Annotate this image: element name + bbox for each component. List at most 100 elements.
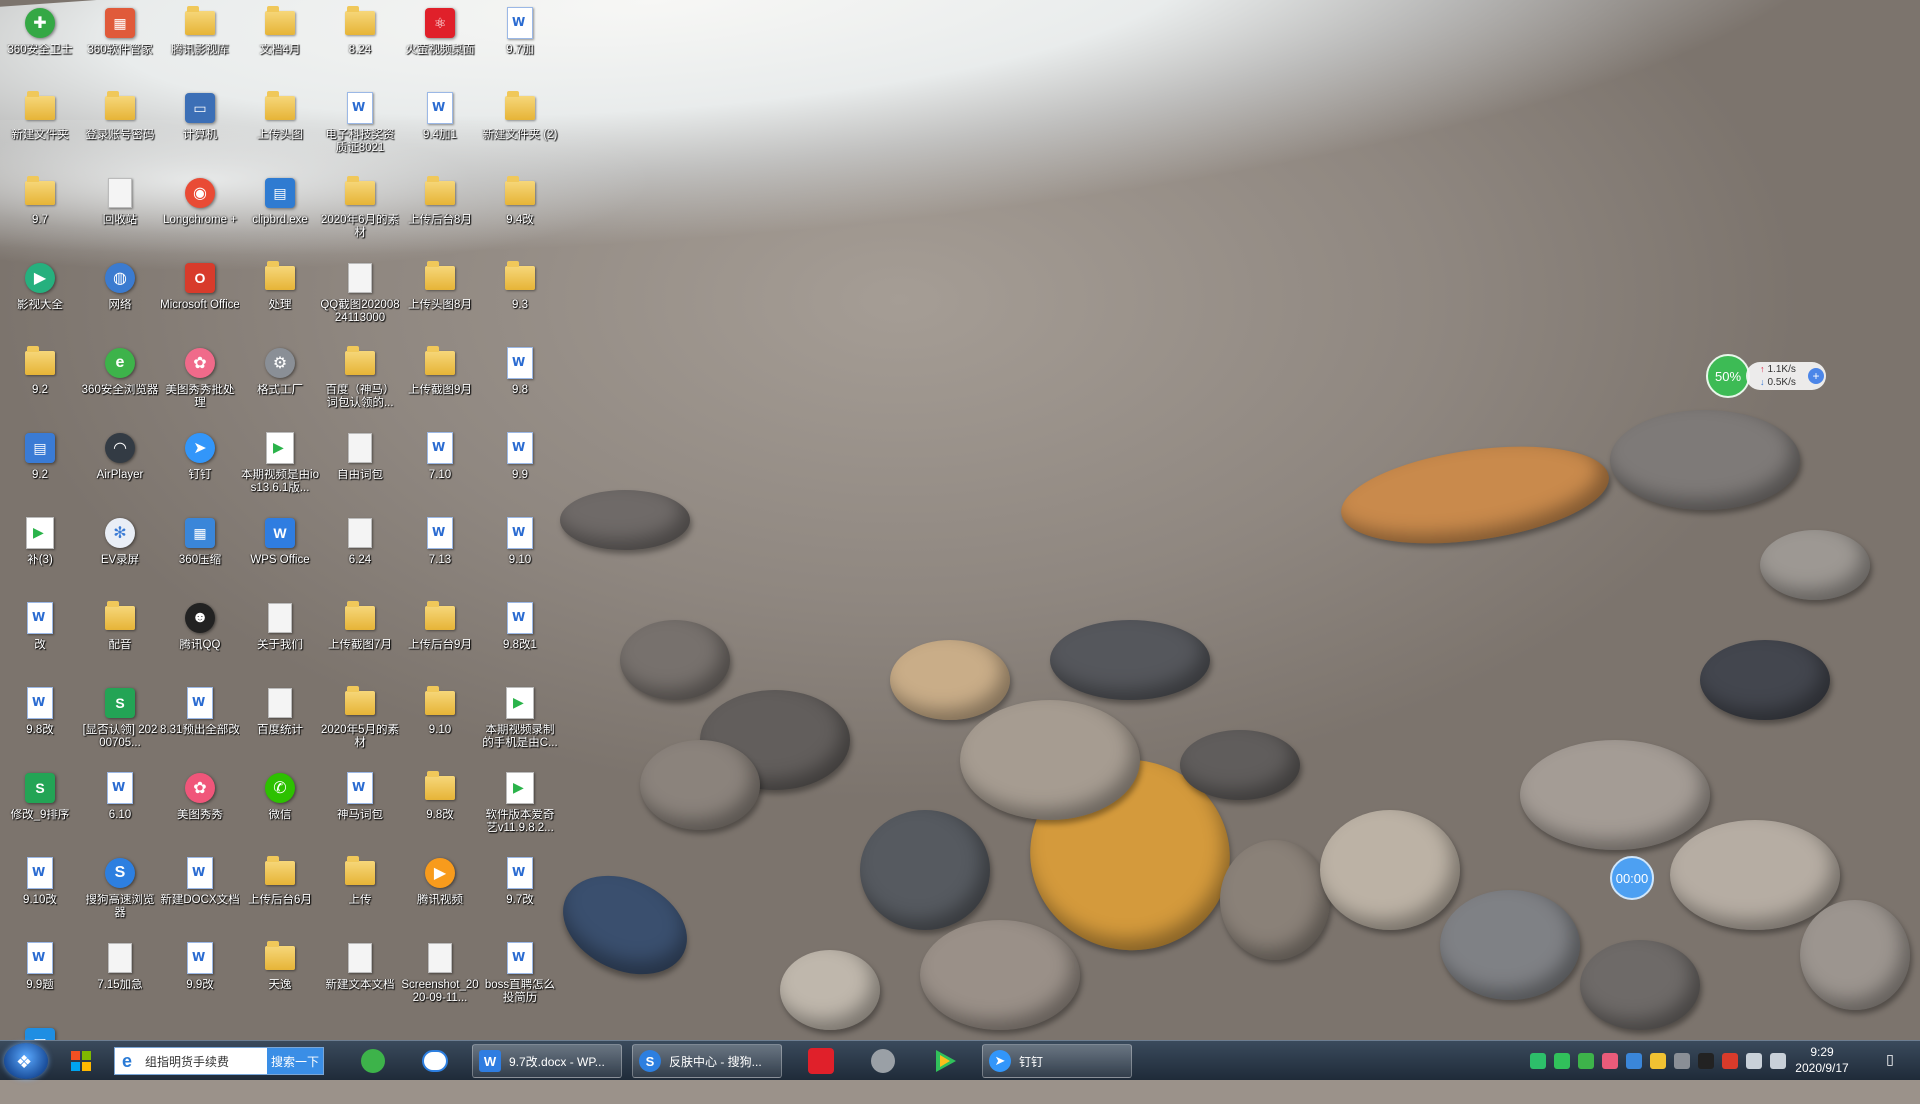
network-speed-widget[interactable]: 50% ↑ 1.1K/s ↓ 0.5K/s + bbox=[1706, 354, 1830, 398]
task-sogou-browser[interactable]: S 反肤中心 - 搜狗... bbox=[632, 1044, 782, 1078]
desktop-icon[interactable]: 2020年6月的素材 bbox=[320, 170, 400, 254]
desktop-icon[interactable]: ▤ clipbrd.exe bbox=[240, 170, 320, 254]
desktop-icon[interactable]: ☻ 腾讯QQ bbox=[160, 595, 240, 679]
desktop-icon[interactable]: 8.31预出全部改 bbox=[160, 680, 240, 764]
desktop-icon[interactable]: W WPS Office bbox=[240, 510, 320, 594]
desktop-icon[interactable]: 神马词包 bbox=[320, 765, 400, 849]
windows-flag-icon[interactable] bbox=[64, 1045, 98, 1077]
tray-meitu-icon[interactable] bbox=[1602, 1053, 1618, 1069]
desktop-icon[interactable]: ✿ 美图秀秀 bbox=[160, 765, 240, 849]
desktop-icon[interactable]: 本期视频是由ios13.6.1版... bbox=[240, 425, 320, 509]
accelerate-plus-icon[interactable]: + bbox=[1808, 368, 1824, 384]
desktop-icon[interactable]: 天逸 bbox=[240, 935, 320, 1019]
desktop-icon[interactable]: 9.9改 bbox=[160, 935, 240, 1019]
desktop-icon[interactable]: 上传头图 bbox=[240, 85, 320, 169]
desktop-icon[interactable]: ⚛ 火萤视频桌面 bbox=[400, 0, 480, 84]
desktop-icon[interactable]: 上传头图8月 bbox=[400, 255, 480, 339]
desktop-icon[interactable]: 回收站 bbox=[80, 170, 160, 254]
format-factory-taskbar-icon[interactable] bbox=[866, 1045, 900, 1077]
tray-video-icon[interactable] bbox=[1554, 1053, 1570, 1069]
tray-app-icon[interactable] bbox=[1530, 1053, 1546, 1069]
task-wps-document[interactable]: W 9.7改.docx - WP... bbox=[472, 1044, 622, 1078]
desktop-icon[interactable]: ▤ 9.2 bbox=[0, 425, 80, 509]
desktop-icon[interactable]: QQ截图20200824113000 bbox=[320, 255, 400, 339]
desktop-icon[interactable]: 腾讯影视库 bbox=[160, 0, 240, 84]
desktop-icon[interactable]: 百度统计 bbox=[240, 680, 320, 764]
browser-360-taskbar-icon[interactable] bbox=[356, 1045, 390, 1077]
desktop-icon[interactable]: 改 bbox=[0, 595, 80, 679]
show-desktop-icon[interactable]: ▯ bbox=[1880, 1051, 1900, 1071]
search-button[interactable]: 搜索一下 bbox=[267, 1048, 323, 1074]
desktop-icon[interactable]: 上传后台8月 bbox=[400, 170, 480, 254]
desktop-icon[interactable]: ✚ 360安全卫士 bbox=[0, 0, 80, 84]
desktop-icon[interactable]: 上传截图9月 bbox=[400, 340, 480, 424]
desktop-icon[interactable]: ◍ 网络 bbox=[80, 255, 160, 339]
desktop-icon[interactable]: 9.8改 bbox=[400, 765, 480, 849]
desktop-icon[interactable]: ◠ AirPlayer bbox=[80, 425, 160, 509]
desktop-icon[interactable]: 9.7改 bbox=[480, 850, 560, 934]
desktop-icon[interactable]: 9.4加1 bbox=[400, 85, 480, 169]
desktop-icon[interactable]: 7.10 bbox=[400, 425, 480, 509]
desktop-icon[interactable]: 9.3 bbox=[480, 255, 560, 339]
desktop-icon[interactable]: 上传后台9月 bbox=[400, 595, 480, 679]
tray-flag-icon[interactable] bbox=[1722, 1053, 1738, 1069]
search-query[interactable]: 组指明货手续费 bbox=[145, 1053, 267, 1070]
tray-qq-icon[interactable] bbox=[1698, 1053, 1714, 1069]
desktop-icon[interactable]: 9.8改1 bbox=[480, 595, 560, 679]
desktop-icon[interactable]: 文档4月 bbox=[240, 0, 320, 84]
desktop-icon[interactable]: 8.24 bbox=[320, 0, 400, 84]
desktop-icon[interactable]: 新建文件夹 (2) bbox=[480, 85, 560, 169]
desktop-icon[interactable]: 7.15加急 bbox=[80, 935, 160, 1019]
desktop-icon[interactable]: 上传后台6月 bbox=[240, 850, 320, 934]
desktop-icon[interactable]: 9.10 bbox=[400, 680, 480, 764]
desktop-icon[interactable]: 6.24 bbox=[320, 510, 400, 594]
desktop-icon[interactable]: ▶ 腾讯视频 bbox=[400, 850, 480, 934]
memory-usage-badge[interactable]: 50% bbox=[1706, 354, 1750, 398]
desktop-icon[interactable]: ▭ 计算机 bbox=[160, 85, 240, 169]
desktop-icon[interactable]: S [显否认领] 20200705... bbox=[80, 680, 160, 764]
taskbar-search-box[interactable]: e 组指明货手续费 搜索一下 bbox=[114, 1047, 324, 1075]
tray-settings-icon[interactable] bbox=[1674, 1053, 1690, 1069]
desktop-icon[interactable]: 9.9 bbox=[480, 425, 560, 509]
desktop-icon[interactable]: ◉ Longchrome + bbox=[160, 170, 240, 254]
desktop-icon[interactable]: 配音 bbox=[80, 595, 160, 679]
desktop-icon[interactable]: 9.4改 bbox=[480, 170, 560, 254]
desktop-icon[interactable]: 9.9题 bbox=[0, 935, 80, 1019]
desktop-icon[interactable]: e 360安全浏览器 bbox=[80, 340, 160, 424]
desktop-icon[interactable]: 9.7 bbox=[0, 170, 80, 254]
desktop-icon[interactable]: ▦ 360软件管家 bbox=[80, 0, 160, 84]
tray-volume-icon[interactable] bbox=[1746, 1053, 1762, 1069]
desktop-icon[interactable]: 上传截图7月 bbox=[320, 595, 400, 679]
desktop-icon[interactable]: Screenshot_2020-09-11... bbox=[400, 935, 480, 1019]
desktop-icon[interactable]: 7.13 bbox=[400, 510, 480, 594]
tray-shield-icon[interactable] bbox=[1650, 1053, 1666, 1069]
tray-network-icon[interactable] bbox=[1626, 1053, 1642, 1069]
desktop-icon[interactable]: 9.8 bbox=[480, 340, 560, 424]
desktop-icon[interactable]: 百度（神马）词包认领的... bbox=[320, 340, 400, 424]
desktop-icon[interactable]: 6.10 bbox=[80, 765, 160, 849]
desktop-icon[interactable]: 9.8改 bbox=[0, 680, 80, 764]
desktop-icon[interactable]: 软件版本爱奇艺v11.9.8.2... bbox=[480, 765, 560, 849]
desktop-icon[interactable]: O Microsoft Office bbox=[160, 255, 240, 339]
desktop-icon[interactable]: 2020年5月的素材 bbox=[320, 680, 400, 764]
desktop-icon[interactable]: 9.10改 bbox=[0, 850, 80, 934]
desktop-icon[interactable]: 关于我们 bbox=[240, 595, 320, 679]
desktop-icon[interactable]: 新建文本文档 bbox=[320, 935, 400, 1019]
desktop-icon[interactable]: 补(3) bbox=[0, 510, 80, 594]
desktop-icon[interactable]: ➤ 钉钉 bbox=[160, 425, 240, 509]
desktop-icon[interactable]: boss直聘怎么投简历 bbox=[480, 935, 560, 1019]
desktop-icon[interactable]: 登录账号密码 bbox=[80, 85, 160, 169]
desktop-icon[interactable]: ✆ 微信 bbox=[240, 765, 320, 849]
desktop-icon[interactable]: 上传 bbox=[320, 850, 400, 934]
desktop-icon[interactable]: S 搜狗高速浏览器 bbox=[80, 850, 160, 934]
desktop-icon[interactable]: 9.10 bbox=[480, 510, 560, 594]
desktop-icon[interactable]: 电子科技奖资质证8021 bbox=[320, 85, 400, 169]
desktop-icon[interactable]: ▶ 影视大全 bbox=[0, 255, 80, 339]
desktop-icon[interactable]: 9.2 bbox=[0, 340, 80, 424]
desktop-icon[interactable]: 自由词包 bbox=[320, 425, 400, 509]
baidu-netdisk-taskbar-icon[interactable] bbox=[418, 1045, 452, 1077]
desktop-icon[interactable]: ✻ EV录屏 bbox=[80, 510, 160, 594]
recording-timer-bubble[interactable]: 00:00 bbox=[1610, 856, 1654, 900]
desktop-icon[interactable]: ⚙ 格式工厂 bbox=[240, 340, 320, 424]
tencent-video-taskbar-icon[interactable] bbox=[928, 1045, 962, 1077]
